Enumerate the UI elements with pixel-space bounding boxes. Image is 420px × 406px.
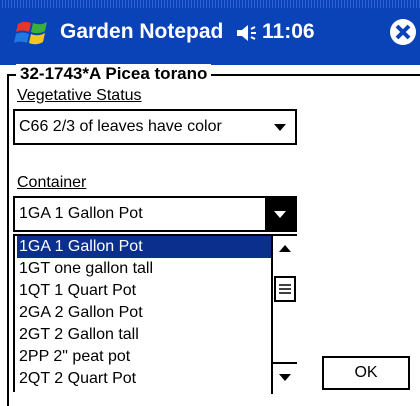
chevron-down-icon[interactable] (265, 111, 295, 143)
container-value: 1GA 1 Gallon Pot (19, 205, 143, 222)
windows-flag-icon[interactable] (14, 14, 52, 52)
container-dropdown[interactable]: 1GA 1 Gallon Pot (13, 196, 297, 232)
status-strip (0, 0, 420, 8)
scroll-up-button[interactable] (273, 236, 297, 262)
app-title: Garden Notepad (60, 20, 224, 43)
scroll-thumb[interactable] (274, 276, 296, 302)
clock[interactable]: 11:06 (262, 19, 315, 45)
container-options-list[interactable]: 1GA 1 Gallon Pot 1GT one gallon tall 1QT… (13, 234, 297, 394)
chevron-down-icon (274, 211, 286, 218)
list-item[interactable]: 1GT one gallon tall (17, 258, 271, 280)
container-label: Container (17, 174, 87, 191)
grip-icon (279, 284, 291, 294)
ok-button[interactable]: OK (322, 356, 410, 390)
vegetative-status-dropdown[interactable]: C66 2/3 of leaves have color (13, 109, 297, 145)
close-icon[interactable] (388, 17, 418, 47)
speaker-icon[interactable] (234, 22, 258, 44)
dropdown-button[interactable] (265, 198, 295, 230)
list-item[interactable]: 2PP 2" peat pot (17, 346, 271, 368)
arrow-down-icon (279, 374, 291, 381)
list-item[interactable]: 2GA 2 Gallon Pot (17, 302, 271, 324)
arrow-up-icon (279, 245, 291, 252)
vegetative-status-label: Vegetative Status (17, 87, 142, 104)
list-item[interactable]: 1GA 1 Gallon Pot (17, 236, 271, 258)
record-title: 32-1743*A Picea torano (16, 64, 212, 84)
title-bar: Garden Notepad 11:06 (0, 0, 420, 65)
scroll-down-button[interactable] (273, 362, 297, 394)
list-item[interactable]: 1QT 1 Quart Pot (17, 280, 271, 302)
scrollbar[interactable] (271, 236, 297, 394)
list-item[interactable]: 2QT 2 Quart Pot (17, 368, 271, 390)
list-item[interactable]: 2GT 2 Gallon tall (17, 324, 271, 346)
vegetative-status-value: C66 2/3 of leaves have color (19, 118, 222, 135)
